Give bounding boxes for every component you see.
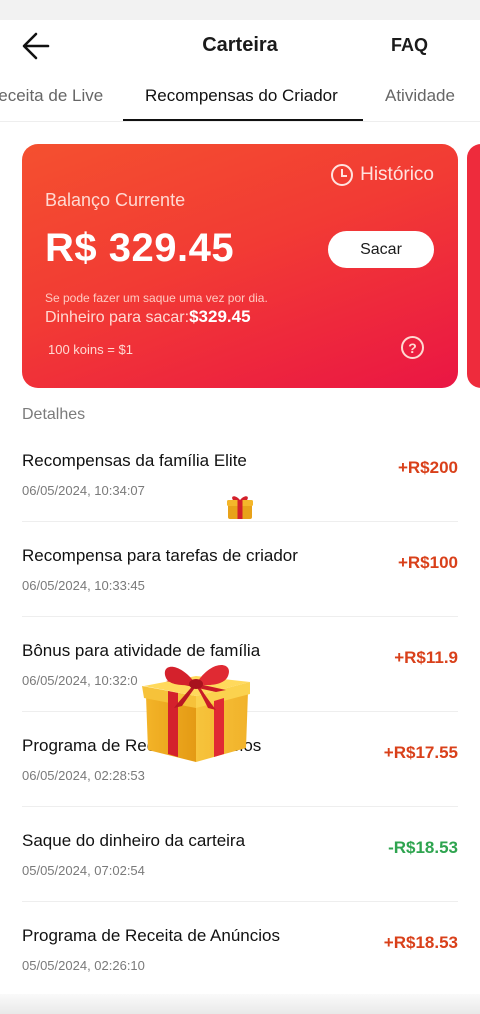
- transaction-title: Saque do dinheiro da carteira: [22, 831, 246, 850]
- transaction-row[interactable]: Saque do dinheiro da carteira 05/05/2024…: [22, 807, 458, 902]
- tab-activity[interactable]: Atividade: [385, 86, 455, 106]
- withdrawable-label: Dinheiro para sacar:: [45, 309, 190, 326]
- exchange-rate: 100 koins = $1: [48, 342, 133, 357]
- bottom-edge: [0, 994, 480, 1014]
- balance-amount: R$ 329.45: [45, 226, 235, 270]
- transaction-amount: +R$11.9: [394, 648, 458, 667]
- clock-icon: [331, 164, 354, 186]
- active-tab-indicator: [123, 119, 363, 121]
- question-circle-icon[interactable]: ?: [401, 336, 424, 359]
- gift-box-icon[interactable]: [138, 654, 254, 766]
- status-bar-area: [0, 0, 480, 20]
- history-label: Histórico: [360, 164, 434, 185]
- withdrawable-amount: $329.45: [189, 307, 251, 326]
- transaction-amount: +R$100: [397, 553, 458, 572]
- transaction-amount: +R$17.55: [383, 743, 458, 762]
- details-heading: Detalhes: [22, 406, 86, 423]
- faq-link[interactable]: FAQ: [391, 35, 428, 56]
- transaction-row[interactable]: Recompensa para tarefas de criador 06/05…: [22, 522, 458, 617]
- tab-live-revenue[interactable]: Receita de Live: [0, 86, 103, 106]
- transaction-date: 06/05/2024, 10:33:45: [22, 578, 145, 593]
- withdraw-button[interactable]: Sacar: [328, 231, 434, 268]
- balance-label: Balanço Currente: [45, 190, 186, 210]
- transaction-row[interactable]: Programa de Receita de Anúncios 05/05/20…: [22, 902, 458, 997]
- transaction-amount: +R$18.53: [383, 933, 458, 952]
- gift-icon[interactable]: [225, 494, 255, 520]
- tab-bar: Receita de Live Recompensas do Criador A…: [0, 72, 480, 122]
- withdrawable-line: Dinheiro para sacar:$329.45: [45, 307, 251, 327]
- transaction-date: 05/05/2024, 02:26:10: [22, 958, 145, 973]
- transaction-date: 06/05/2024, 10:32:0: [22, 673, 138, 688]
- tab-creator-rewards[interactable]: Recompensas do Criador: [145, 86, 338, 106]
- next-card-peek[interactable]: [467, 144, 480, 388]
- transaction-date: 05/05/2024, 07:02:54: [22, 863, 145, 878]
- history-button[interactable]: Histórico: [331, 164, 434, 186]
- transaction-title: Recompensa para tarefas de criador: [22, 546, 298, 565]
- app-header: Carteira FAQ: [0, 20, 480, 72]
- transaction-title: Programa de Receita de Anúncios: [22, 926, 280, 945]
- transaction-amount: -R$18.53: [388, 838, 458, 857]
- transaction-title: Recompensas da família Elite: [22, 451, 247, 470]
- transaction-date: 06/05/2024, 10:34:07: [22, 483, 145, 498]
- transaction-amount: +R$200: [397, 458, 458, 477]
- balance-card: Histórico Balanço Currente R$ 329.45 Sac…: [22, 144, 458, 388]
- withdraw-note: Se pode fazer um saque uma vez por dia.: [45, 291, 268, 305]
- transaction-date: 06/05/2024, 02:28:53: [22, 768, 145, 783]
